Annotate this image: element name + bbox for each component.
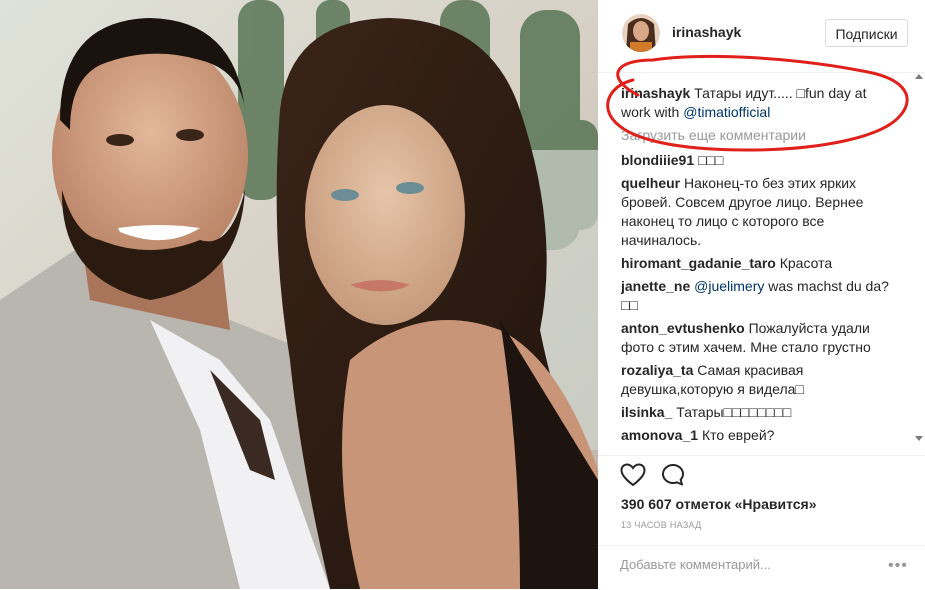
photo-illustration bbox=[0, 0, 598, 589]
post-header: irinashayk Подписки bbox=[598, 0, 925, 73]
list-item: blondiiie91 □□□ bbox=[621, 151, 893, 170]
comment-username[interactable]: ilsinka_ bbox=[621, 404, 672, 420]
post-actions bbox=[598, 455, 925, 496]
scroll-up-arrow-icon[interactable] bbox=[915, 74, 923, 79]
comment-username[interactable]: amonova_1 bbox=[621, 427, 698, 443]
comment-username[interactable]: hiromant_gadanie_taro bbox=[621, 255, 776, 271]
list-item: hiromant_gadanie_taro Красота bbox=[621, 254, 893, 273]
comment-text: □□□ bbox=[698, 152, 724, 168]
list-item: quelheur Наконец-то без этих ярких брове… bbox=[621, 174, 893, 250]
comment-mention[interactable]: @juelimery bbox=[694, 278, 764, 294]
list-item: ilsinka_ Татары□□□□□□□□ bbox=[621, 403, 893, 422]
add-comment-bar: ••• bbox=[598, 545, 925, 590]
list-item: amonova_1 Кто еврей? bbox=[621, 426, 893, 445]
caption-mention[interactable]: @timatiofficial bbox=[683, 104, 770, 120]
comments-list: irinashayk Татары идут..... □fun day at … bbox=[621, 84, 893, 454]
add-comment-input[interactable] bbox=[620, 557, 880, 572]
comment-username[interactable]: quelheur bbox=[621, 175, 680, 191]
scroll-down-arrow-icon[interactable] bbox=[915, 436, 923, 441]
heart-icon[interactable] bbox=[620, 463, 646, 492]
comment-username[interactable]: rozaliya_ta bbox=[621, 362, 693, 378]
list-item: anton_evtushenko Пожалуйста удали фото с… bbox=[621, 319, 893, 357]
post-sidebar: irinashayk Подписки irinashayk Татары ид… bbox=[598, 0, 925, 589]
comment-text: Кто еврей? bbox=[701, 427, 775, 443]
comment-text: Красота bbox=[779, 255, 833, 271]
post-timestamp[interactable]: 13 ЧАСОВ НАЗАД bbox=[621, 520, 702, 530]
avatar-image bbox=[622, 14, 660, 52]
comments-scrollbar[interactable] bbox=[915, 72, 923, 452]
comment-username[interactable]: janette_ne bbox=[621, 278, 690, 294]
caption: irinashayk Татары идут..... □fun day at … bbox=[621, 84, 893, 122]
more-options-icon[interactable]: ••• bbox=[888, 557, 908, 575]
list-item: janette_ne @juelimery was machst du da? … bbox=[621, 277, 893, 315]
post-photo[interactable] bbox=[0, 0, 598, 589]
comment-text: Татары□□□□□□□□ bbox=[676, 404, 792, 420]
comment-bubble-icon[interactable] bbox=[661, 463, 685, 492]
avatar[interactable] bbox=[622, 14, 660, 52]
header-username[interactable]: irinashayk bbox=[672, 24, 741, 40]
comment-username[interactable]: blondiiie91 bbox=[621, 152, 694, 168]
comment-username[interactable]: anton_evtushenko bbox=[621, 320, 745, 336]
list-item: rozaliya_ta Самая красивая девушка,котор… bbox=[621, 361, 893, 399]
caption-username[interactable]: irinashayk bbox=[621, 85, 690, 101]
follow-button[interactable]: Подписки bbox=[825, 19, 908, 47]
load-more-comments[interactable]: Загрузить еще комментарии bbox=[621, 126, 893, 145]
likes-count[interactable]: 390 607 отметок «Нравится» bbox=[621, 496, 817, 512]
